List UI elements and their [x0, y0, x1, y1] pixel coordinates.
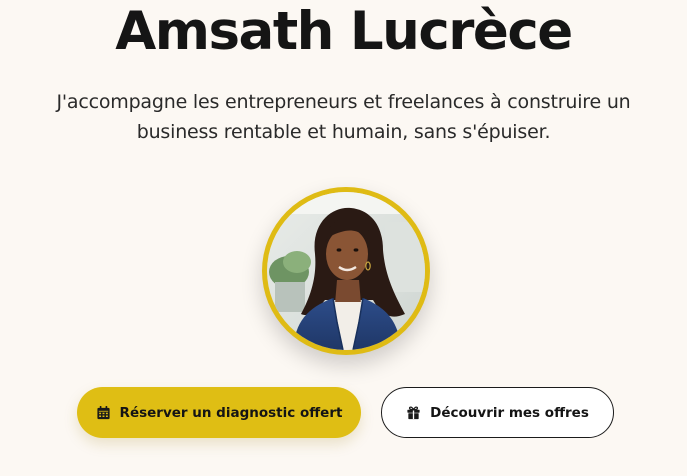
page-title: Amsath Lucrèce	[115, 1, 573, 62]
book-diagnostic-button[interactable]: Réserver un diagnostic offert	[77, 387, 361, 438]
gift-icon	[406, 405, 421, 420]
discover-offers-label: Découvrir mes offres	[430, 404, 589, 421]
calendar-icon	[96, 405, 111, 420]
cta-group: Réserver un diagnostic offert Découvrir …	[0, 387, 687, 438]
hero-section: Amsath Lucrèce J'accompagne les entrepre…	[0, 0, 687, 476]
hero-subtitle: J'accompagne les entrepreneurs et freela…	[56, 91, 631, 143]
avatar	[262, 187, 430, 355]
discover-offers-button[interactable]: Découvrir mes offres	[381, 387, 614, 438]
profile-photo	[267, 192, 425, 350]
book-diagnostic-label: Réserver un diagnostic offert	[119, 404, 343, 421]
